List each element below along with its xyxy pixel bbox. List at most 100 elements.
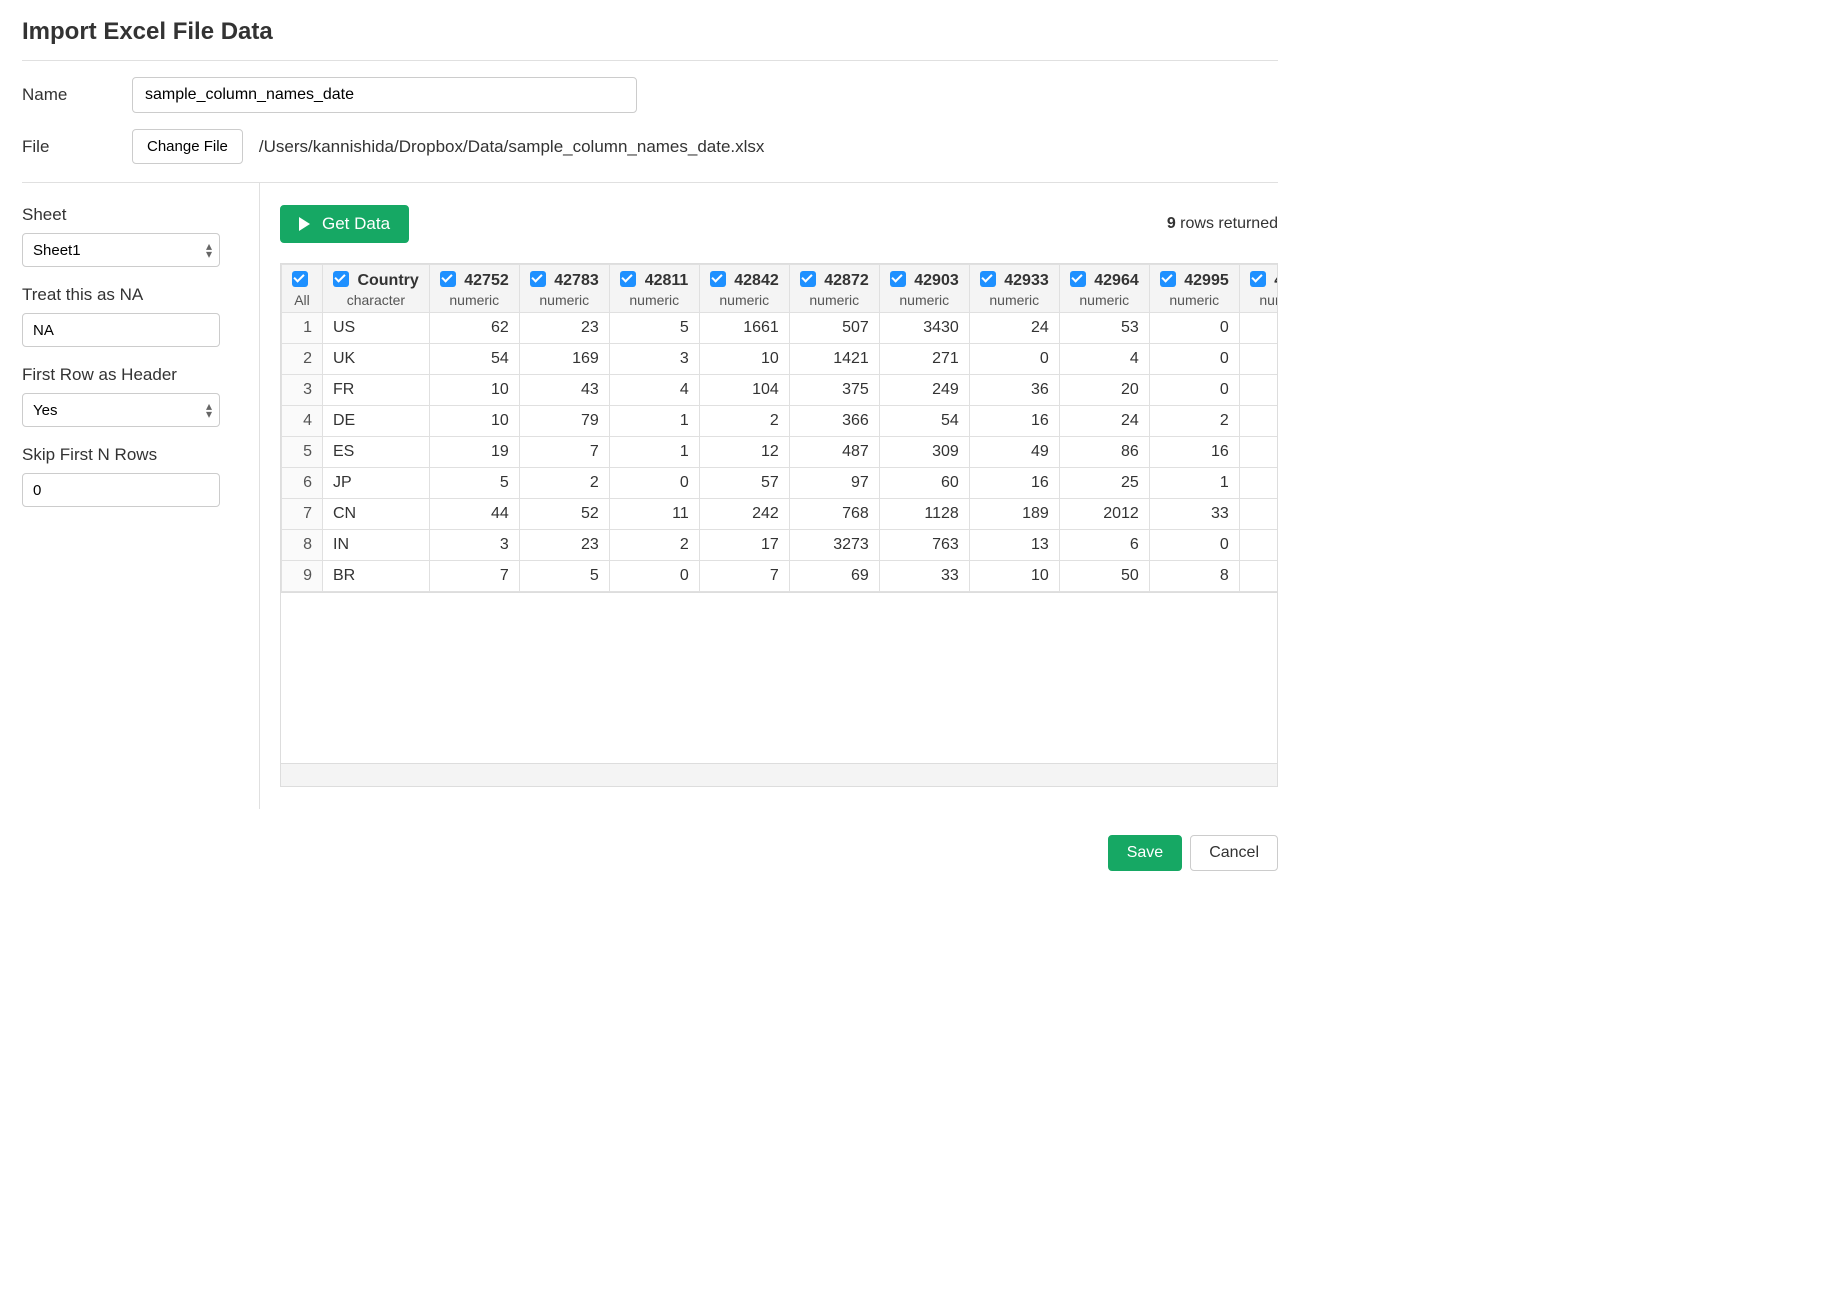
table-cell: 11: [609, 499, 699, 530]
table-cell: 5: [519, 561, 609, 592]
table-cell: [1239, 406, 1278, 437]
column-header[interactable]: 42903 numeric: [879, 265, 969, 313]
column-name: 42783: [554, 272, 599, 289]
column-name: 42903: [914, 272, 959, 289]
table-cell: 0: [609, 468, 699, 499]
table-cell: 20: [1059, 375, 1149, 406]
table-cell: 23: [519, 530, 609, 561]
select-all-label: All: [292, 292, 312, 308]
column-type: numeric: [1250, 292, 1278, 308]
table-cell: 36: [969, 375, 1059, 406]
header-select[interactable]: Yes: [22, 393, 220, 427]
table-cell: 3273: [789, 530, 879, 561]
column-checkbox[interactable]: [1250, 271, 1266, 287]
column-checkbox[interactable]: [530, 271, 546, 287]
column-header[interactable]: 43025numeric: [1239, 265, 1278, 313]
na-input[interactable]: [22, 313, 220, 347]
column-checkbox[interactable]: [800, 271, 816, 287]
table-cell: [1239, 344, 1278, 375]
change-file-button[interactable]: Change File: [132, 129, 243, 164]
column-name: 42752: [464, 272, 509, 289]
table-cell: IN: [323, 530, 430, 561]
data-table: All Countrycharacter 42752numeric 42783n…: [281, 264, 1278, 592]
table-cell: 375: [789, 375, 879, 406]
name-input[interactable]: [132, 77, 637, 113]
table-cell: UK: [323, 344, 430, 375]
table-cell: 507: [789, 313, 879, 344]
column-checkbox[interactable]: [440, 271, 456, 287]
table-cell: 24: [969, 313, 1059, 344]
column-header[interactable]: 42842numeric: [699, 265, 789, 313]
table-cell: 12: [699, 437, 789, 468]
table-cell: [1239, 313, 1278, 344]
file-path: /Users/kannishida/Dropbox/Data/sample_co…: [259, 137, 765, 157]
table-cell: 4: [1239, 499, 1278, 530]
select-all-checkbox[interactable]: [292, 271, 308, 287]
column-checkbox[interactable]: [710, 271, 726, 287]
table-cell: 0: [969, 344, 1059, 375]
table-cell: 2: [609, 530, 699, 561]
column-checkbox[interactable]: [1160, 271, 1176, 287]
table-cell: 23: [519, 313, 609, 344]
column-name: 42842: [734, 272, 779, 289]
row-number: 8: [282, 530, 323, 561]
row-number: 4: [282, 406, 323, 437]
skip-input[interactable]: [22, 473, 220, 507]
table-footer-bar: [280, 763, 1278, 787]
table-cell: 54: [879, 406, 969, 437]
cancel-button[interactable]: Cancel: [1190, 835, 1278, 871]
column-type: character: [333, 292, 419, 308]
column-header[interactable]: 42964numeric: [1059, 265, 1149, 313]
table-cell: 1: [1239, 437, 1278, 468]
column-header[interactable]: 42872numeric: [789, 265, 879, 313]
table-cell: 44: [429, 499, 519, 530]
table-cell: 7: [519, 437, 609, 468]
column-header[interactable]: 42933numeric: [969, 265, 1059, 313]
table-cell: 104: [699, 375, 789, 406]
column-name: 42811: [645, 272, 689, 289]
table-cell: 13: [969, 530, 1059, 561]
table-cell: 19: [429, 437, 519, 468]
table-cell: 50: [1059, 561, 1149, 592]
column-checkbox[interactable]: [1070, 271, 1086, 287]
data-preview: Get Data 9 rows returned All Countrycha: [260, 183, 1278, 809]
rows-returned: 9 rows returned: [1167, 215, 1278, 233]
table-cell: 54: [429, 344, 519, 375]
column-checkbox[interactable]: [620, 271, 636, 287]
column-header[interactable]: 42811numeric: [609, 265, 699, 313]
get-data-button[interactable]: Get Data: [280, 205, 409, 243]
table-cell: 0: [1149, 375, 1239, 406]
column-header[interactable]: Countrycharacter: [323, 265, 430, 313]
column-checkbox[interactable]: [980, 271, 996, 287]
table-cell: 16: [1149, 437, 1239, 468]
save-button[interactable]: Save: [1108, 835, 1182, 871]
column-name: 42933: [1004, 272, 1049, 289]
column-checkbox[interactable]: [333, 271, 349, 287]
table-cell: 53: [1059, 313, 1149, 344]
column-header[interactable]: 42752numeric: [429, 265, 519, 313]
column-header[interactable]: 42995numeric: [1149, 265, 1239, 313]
column-header[interactable]: 42783numeric: [519, 265, 609, 313]
table-row: 2UK541693101421271040: [282, 344, 1279, 375]
table-cell: 49: [969, 437, 1059, 468]
table-cell: 3: [609, 344, 699, 375]
table-cell: 62: [429, 313, 519, 344]
row-number: 1: [282, 313, 323, 344]
table-cell: 69: [789, 561, 879, 592]
column-name: 42872: [824, 272, 869, 289]
get-data-label: Get Data: [322, 214, 390, 234]
column-type: numeric: [890, 292, 959, 308]
file-label: File: [22, 137, 132, 157]
sheet-select[interactable]: Sheet1: [22, 233, 220, 267]
table-empty-space: [280, 593, 1278, 763]
column-checkbox[interactable]: [890, 271, 906, 287]
table-row: 8IN32321732737631360: [282, 530, 1279, 561]
table-cell: 10: [429, 406, 519, 437]
table-cell: 79: [519, 406, 609, 437]
table-cell: 309: [879, 437, 969, 468]
table-cell: 1: [1149, 468, 1239, 499]
table-cell: 4: [1059, 344, 1149, 375]
data-table-scroll[interactable]: All Countrycharacter 42752numeric 42783n…: [280, 263, 1278, 593]
column-type: numeric: [1160, 292, 1229, 308]
table-cell: 0: [1149, 313, 1239, 344]
